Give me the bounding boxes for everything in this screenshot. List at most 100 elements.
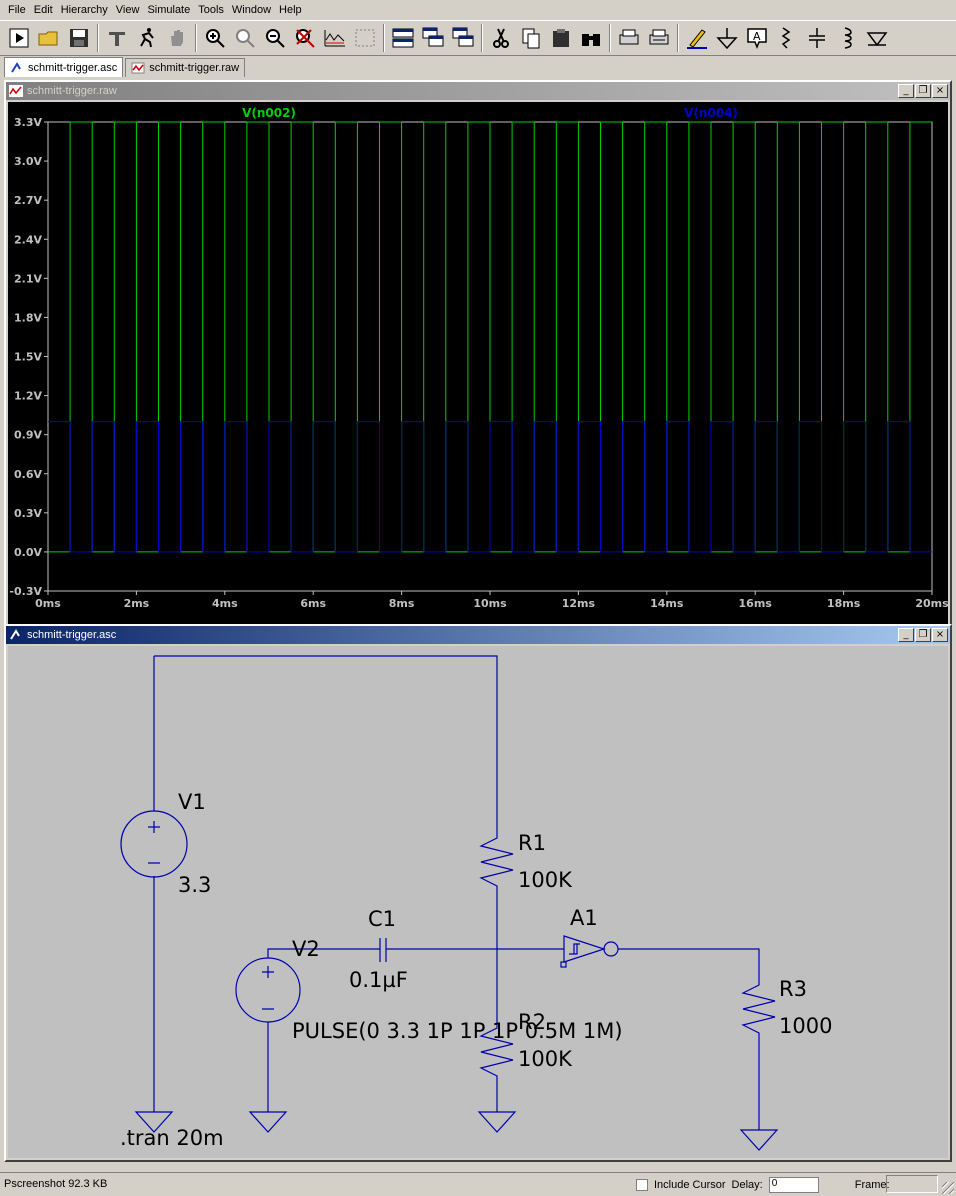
- wire-a1-r3[interactable]: [618, 948, 760, 971]
- ground-v2[interactable]: [248, 1111, 288, 1133]
- pan-button[interactable]: [230, 23, 260, 53]
- cascade-button[interactable]: [418, 23, 448, 53]
- paste-button[interactable]: [546, 23, 576, 53]
- diode-button[interactable]: [862, 23, 892, 53]
- label-c1[interactable]: C1: [368, 907, 396, 931]
- menu-window[interactable]: Window: [228, 0, 275, 20]
- copy-button[interactable]: [516, 23, 546, 53]
- minimize-button[interactable]: _: [898, 628, 914, 642]
- y-tick-label: 2.7V: [14, 194, 42, 207]
- menu-help[interactable]: Help: [275, 0, 306, 20]
- wire-pencil-button[interactable]: [682, 23, 712, 53]
- restore-button[interactable]: ❐: [915, 84, 931, 98]
- close-button[interactable]: ×: [932, 628, 948, 642]
- ground-button[interactable]: [712, 23, 742, 53]
- close-button[interactable]: ×: [932, 84, 948, 98]
- y-tick-label: 0.0V: [14, 546, 42, 559]
- menu-hierarchy[interactable]: Hierarchy: [57, 0, 112, 20]
- status-bar: Pscreenshot 92.3 KB Include Cursor Delay…: [0, 1172, 956, 1196]
- voltage-source-v1[interactable]: [120, 810, 188, 878]
- series-vn004[interactable]: [48, 421, 932, 553]
- waveform-titlebar[interactable]: schmitt-trigger.raw _ ❐ ×: [6, 82, 950, 100]
- menu-view[interactable]: View: [112, 0, 144, 20]
- schematic-window: schmitt-trigger.asc _ ❐ × V1 3.3 R1 100K…: [4, 624, 952, 1162]
- value-v1[interactable]: 3.3: [178, 873, 211, 897]
- x-tick-label: 18ms: [827, 597, 861, 610]
- menu-file[interactable]: File: [4, 0, 30, 20]
- y-tick-label: 2.4V: [14, 233, 42, 246]
- copy-icon: [522, 28, 540, 49]
- resistor-r3[interactable]: [741, 971, 776, 1130]
- wire-v2-c1[interactable]: [267, 948, 380, 958]
- schematic-titlebar[interactable]: schmitt-trigger.asc _ ❐ ×: [6, 626, 950, 644]
- capacitor-button[interactable]: [802, 23, 832, 53]
- diode-icon: [866, 32, 888, 47]
- toolbar: A: [0, 20, 956, 56]
- value-r2[interactable]: 100K: [518, 1047, 573, 1071]
- label-a1[interactable]: A1: [570, 906, 598, 930]
- x-tick-label: 2ms: [124, 597, 150, 610]
- toolbar-separator: [609, 24, 611, 52]
- cut-button[interactable]: [486, 23, 516, 53]
- run-man-button[interactable]: [132, 23, 162, 53]
- tile-vertical-button[interactable]: [448, 23, 478, 53]
- resistor-button[interactable]: [772, 23, 802, 53]
- value-v2[interactable]: PULSE(0 3.3 1P 1P 1P 0.5M 1M): [292, 1019, 623, 1043]
- ground-r2[interactable]: [477, 1111, 517, 1133]
- schematic-drawing[interactable]: V1 3.3 R1 100K C1 0.1µF A1 V2 R2 PULSE(0…: [8, 646, 948, 1158]
- resistor-r1[interactable]: [479, 824, 514, 896]
- inductor-button[interactable]: [832, 23, 862, 53]
- print-setup-button[interactable]: [614, 23, 644, 53]
- halt-hand-button[interactable]: [162, 23, 192, 53]
- y-tick-label: 0.9V: [14, 429, 42, 442]
- value-r3[interactable]: 1000: [779, 1014, 832, 1038]
- y-tick-label: 0.3V: [14, 507, 42, 520]
- sheet-button[interactable]: [350, 23, 380, 53]
- capacitor-c1[interactable]: [379, 938, 387, 962]
- toolbar-separator: [195, 24, 197, 52]
- sheet-icon: [355, 29, 375, 47]
- tab-schematic[interactable]: schmitt-trigger.asc: [4, 57, 124, 77]
- zoom-out-icon: [266, 29, 285, 48]
- find-button[interactable]: [576, 23, 606, 53]
- schematic-canvas[interactable]: V1 3.3 R1 100K C1 0.1µF A1 V2 R2 PULSE(0…: [8, 646, 948, 1158]
- menu-edit[interactable]: Edit: [30, 0, 57, 20]
- x-tick-label: 8ms: [389, 597, 415, 610]
- save-button[interactable]: [64, 23, 94, 53]
- autorange-button[interactable]: [320, 23, 350, 53]
- label-v1[interactable]: V1: [178, 790, 206, 814]
- capacitor-icon: [809, 28, 825, 48]
- delay-input[interactable]: 0: [768, 1177, 819, 1193]
- open-button[interactable]: [34, 23, 64, 53]
- tab-waveform[interactable]: schmitt-trigger.raw: [125, 58, 246, 77]
- label-net-button[interactable]: A: [742, 23, 772, 53]
- include-cursor-checkbox[interactable]: [636, 1179, 648, 1191]
- y-tick-label: 1.2V: [14, 390, 42, 403]
- label-r3[interactable]: R3: [779, 977, 807, 1001]
- label-r1[interactable]: R1: [518, 831, 546, 855]
- ground-r3[interactable]: [739, 1129, 779, 1151]
- menu-tools[interactable]: Tools: [194, 0, 228, 20]
- zoom-in-button[interactable]: [200, 23, 230, 53]
- zoom-cancel-button[interactable]: [290, 23, 320, 53]
- spice-directive-tran[interactable]: .tran 20m: [120, 1126, 224, 1150]
- waveform-plot-area[interactable]: 3.3V 3.0V 2.7V 2.4V 2.1V 1.8V 1.5V 1.2V 0.9V 0.6V…: [8, 102, 949, 624]
- menu-simulate[interactable]: Simulate: [143, 0, 194, 20]
- label-v2[interactable]: V2: [292, 937, 320, 961]
- run-button[interactable]: [4, 23, 34, 53]
- waveform-plot[interactable]: 3.3V 3.0V 2.7V 2.4V 2.1V 1.8V 1.5V 1.2V 0.9V 0.6V…: [8, 102, 949, 624]
- value-r1[interactable]: 100K: [518, 868, 573, 892]
- legend-vn002[interactable]: V(n002): [242, 106, 296, 120]
- toolbar-separator: [97, 24, 99, 52]
- schmitt-inverter-a1[interactable]: [563, 935, 606, 963]
- legend-vn004[interactable]: V(n004): [684, 106, 738, 120]
- value-c1[interactable]: 0.1µF: [349, 968, 408, 992]
- resize-grip[interactable]: [942, 1182, 954, 1194]
- control-panel-button[interactable]: [102, 23, 132, 53]
- tile-horizontal-button[interactable]: [388, 23, 418, 53]
- restore-button[interactable]: ❐: [915, 628, 931, 642]
- print-button[interactable]: [644, 23, 674, 53]
- x-tick-label: 12ms: [562, 597, 596, 610]
- zoom-out-button[interactable]: [260, 23, 290, 53]
- minimize-button[interactable]: _: [898, 84, 914, 98]
